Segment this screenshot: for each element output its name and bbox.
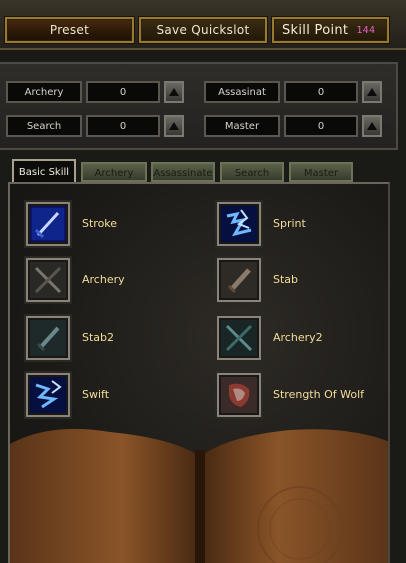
crossed-bow-icon[interactable] xyxy=(215,314,263,362)
skill-tabs: Basic Skill Archery Assassinate Search M… xyxy=(12,159,392,183)
stat-value-master: 0 xyxy=(284,115,358,137)
stat-label-archery: Archery xyxy=(6,81,82,103)
up-arrow-icon xyxy=(367,88,377,96)
skill-list-panel: Stroke Sprint Archery Stab Stab2 Archery… xyxy=(8,182,390,563)
tab-search[interactable]: Search xyxy=(220,162,284,182)
skill-name: Stab xyxy=(273,273,299,286)
tab-basic-skill[interactable]: Basic Skill xyxy=(12,159,76,183)
up-arrow-icon xyxy=(169,88,179,96)
skill-point-display: Skill Point 144 xyxy=(272,17,389,43)
up-arrow-icon xyxy=(169,122,179,130)
skill-category-stats-panel: Archery 0 Assasinat 0 Search 0 Master 0 xyxy=(0,62,398,150)
stat-value-archery: 0 xyxy=(86,81,160,103)
tab-assassinate[interactable]: Assassinate xyxy=(151,162,215,182)
stat-row: Archery 0 Assasinat 0 xyxy=(6,81,392,107)
wolf-icon[interactable] xyxy=(215,371,263,419)
dagger-icon[interactable] xyxy=(24,314,72,362)
preset-button[interactable]: Preset xyxy=(5,17,134,43)
assasinat-increase-button[interactable] xyxy=(362,81,382,103)
skill-point-value: 144 xyxy=(356,24,376,36)
bow-icon[interactable] xyxy=(24,256,72,304)
stat-label-master: Master xyxy=(204,115,280,137)
skill-name: Stroke xyxy=(82,217,118,230)
skill-name: Sprint xyxy=(273,217,306,230)
skill-name: Swift xyxy=(82,388,110,401)
top-bar: Preset Save Quickslot Skill Point 144 xyxy=(0,0,406,50)
dagger-icon[interactable] xyxy=(215,256,263,304)
save-quickslot-button[interactable]: Save Quickslot xyxy=(139,17,267,43)
stat-label-assasinat: Assasinat xyxy=(204,81,280,103)
stat-row: Search 0 Master 0 xyxy=(6,115,392,141)
archery-increase-button[interactable] xyxy=(164,81,184,103)
tab-archery[interactable]: Archery xyxy=(81,162,147,182)
stat-value-assasinat: 0 xyxy=(284,81,358,103)
master-increase-button[interactable] xyxy=(362,115,382,137)
blue-sword-icon[interactable] xyxy=(24,200,72,248)
skill-name: Archery2 xyxy=(273,331,323,344)
skill-name: Stab2 xyxy=(82,331,115,344)
stat-value-search: 0 xyxy=(86,115,160,137)
search-increase-button[interactable] xyxy=(164,115,184,137)
up-arrow-icon xyxy=(367,122,377,130)
stat-label-search: Search xyxy=(6,115,82,137)
open-book-decoration xyxy=(10,428,388,563)
skill-name: Archery xyxy=(82,273,125,286)
save-quickslot-label: Save Quickslot xyxy=(156,23,250,37)
skill-name: Strength Of Wolf xyxy=(273,388,364,401)
preset-button-label: Preset xyxy=(49,23,90,37)
skill-point-label: Skill Point xyxy=(282,22,349,38)
blue-lightning-icon[interactable] xyxy=(24,371,72,419)
blue-lightning-icon[interactable] xyxy=(215,200,263,248)
tab-master[interactable]: Master xyxy=(289,162,353,182)
